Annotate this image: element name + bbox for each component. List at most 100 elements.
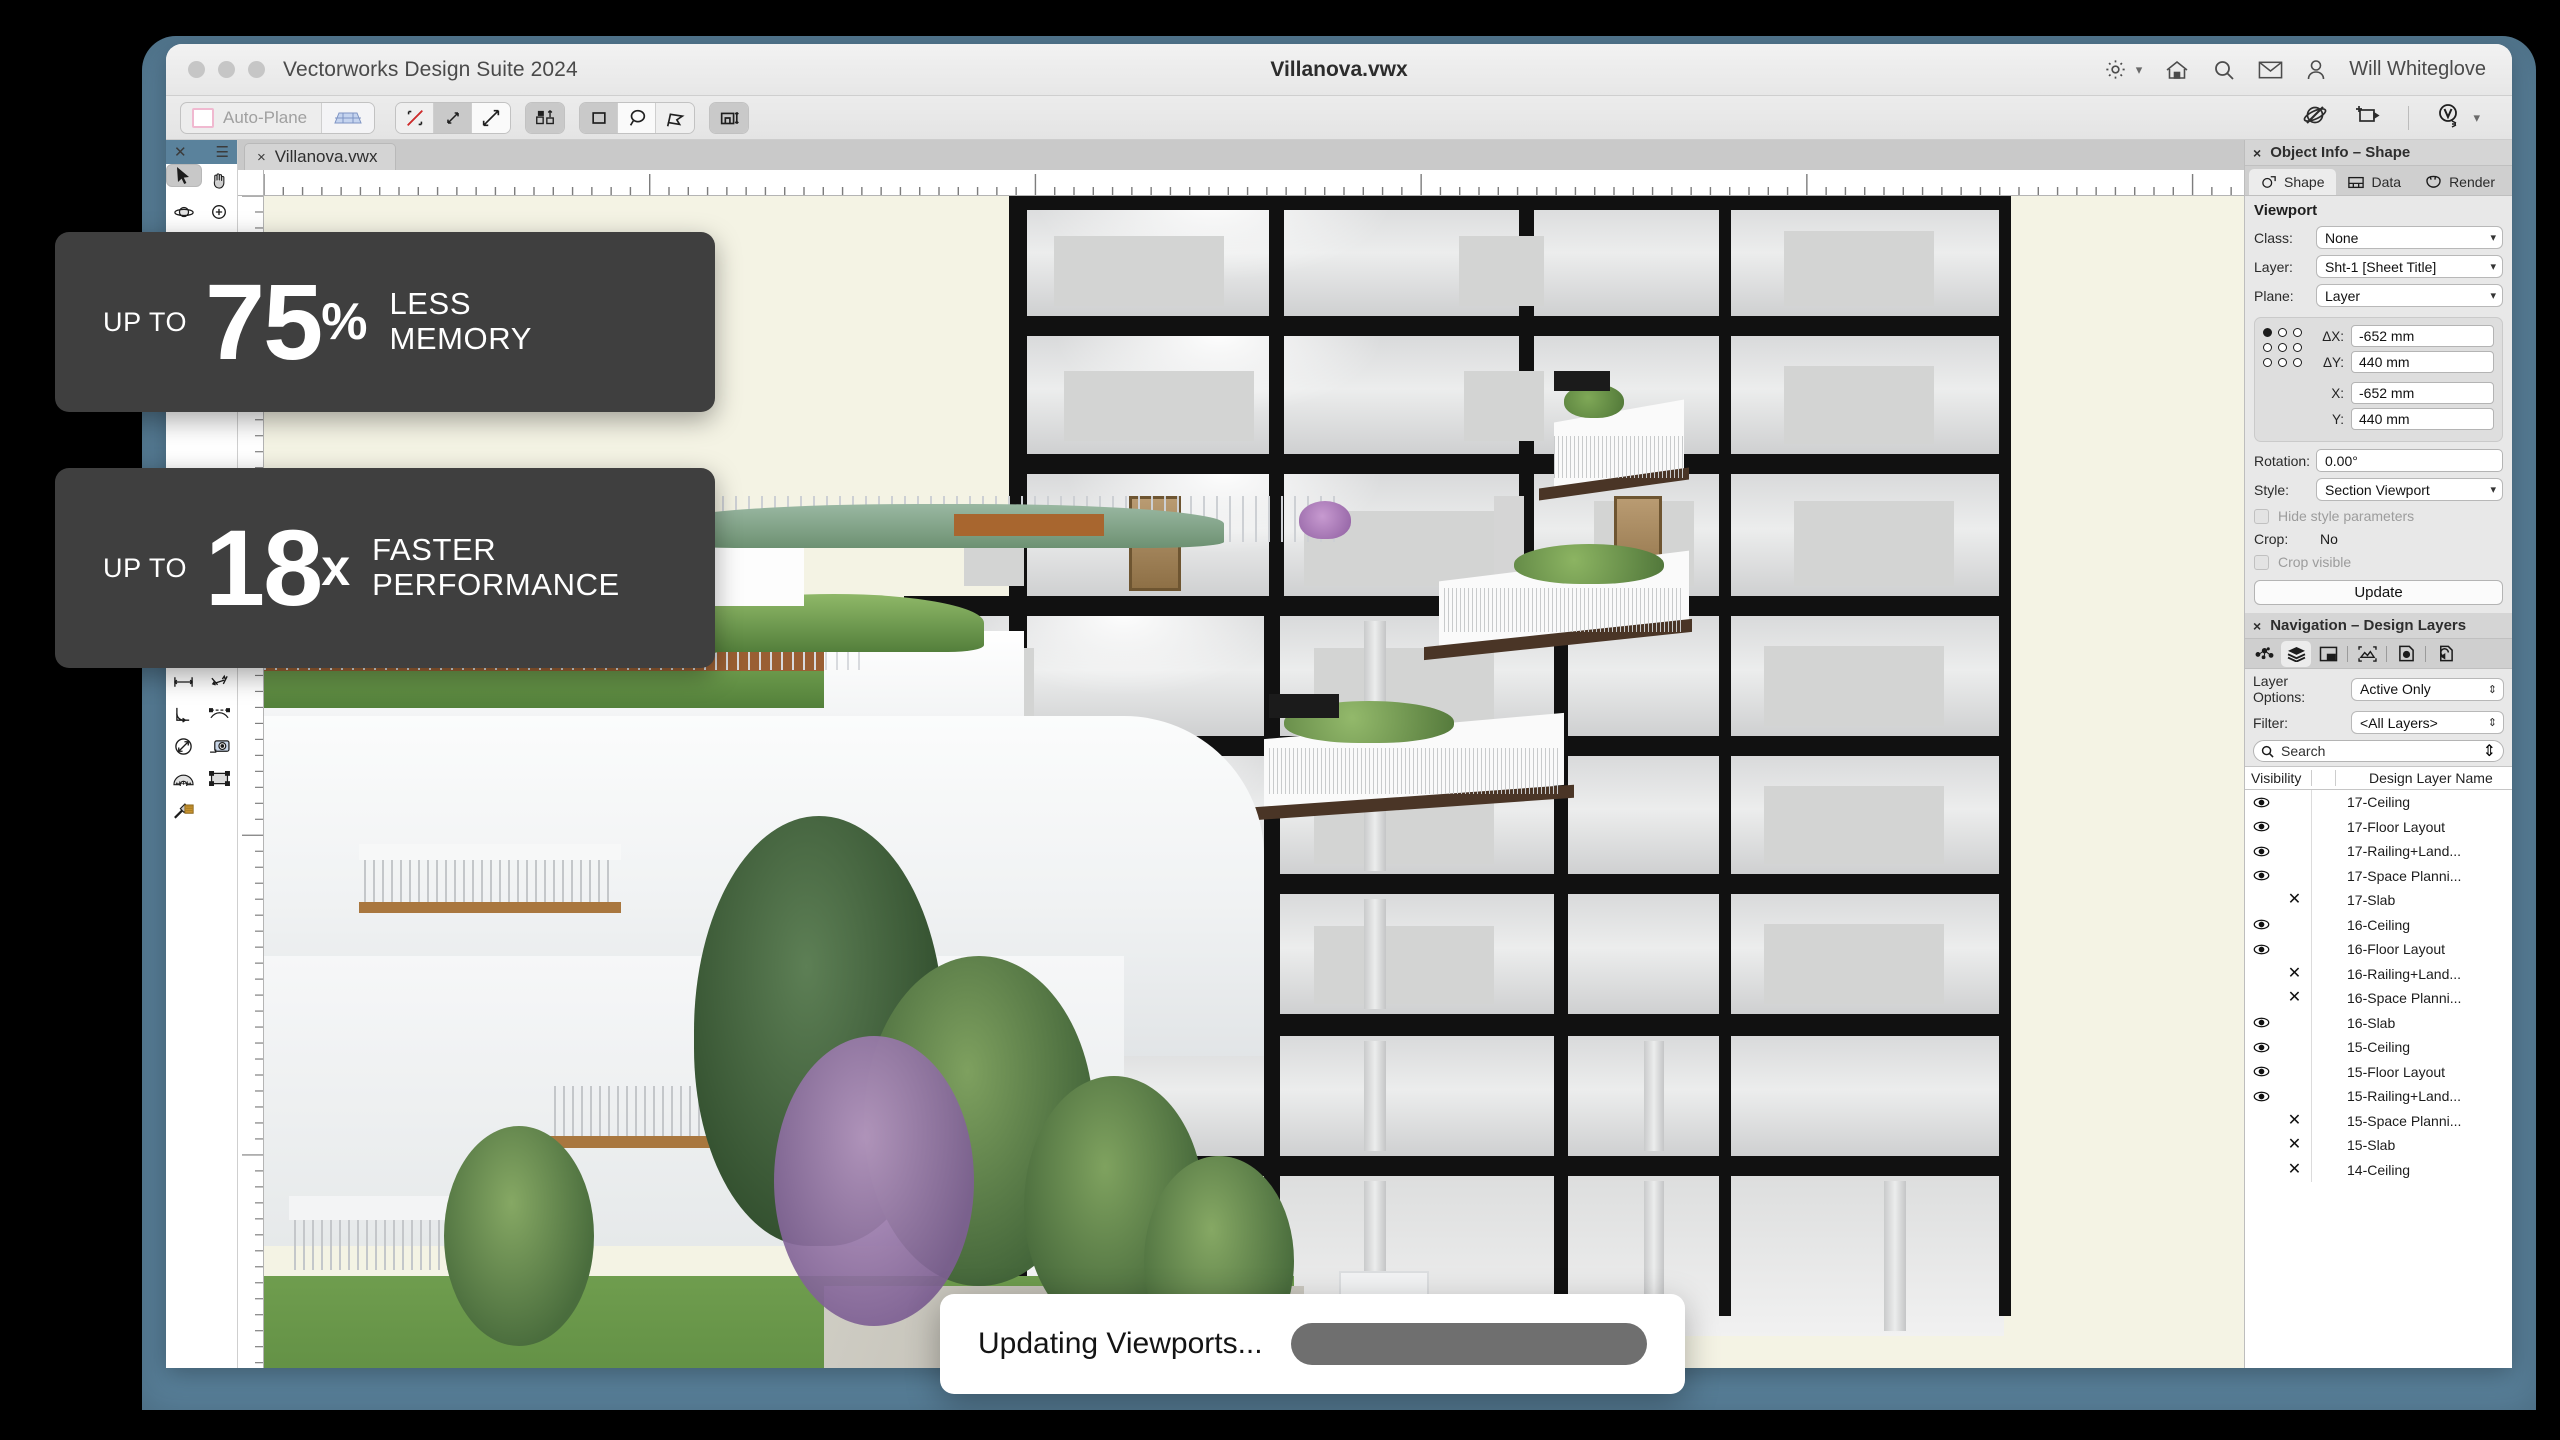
design-layers-icon[interactable] — [2281, 640, 2311, 667]
zoom-in-icon[interactable] — [202, 196, 238, 228]
home-icon[interactable] — [2164, 58, 2190, 82]
tab-shape[interactable]: Shape — [2249, 169, 2337, 195]
classes-icon[interactable] — [2249, 641, 2279, 667]
references-icon[interactable] — [2430, 641, 2460, 667]
origin-cell-2[interactable] — [2293, 328, 2302, 337]
eye-icon[interactable] — [2253, 1042, 2270, 1053]
orbit-icon[interactable] — [166, 196, 202, 228]
eye-icon[interactable] — [2253, 1066, 2270, 1077]
design-layer-list[interactable]: 17-Ceiling 17-Floor Layout 17-Railing+Land… — [2245, 790, 2512, 1368]
layer-visibility-cell[interactable] — [2245, 919, 2278, 930]
lasso-icon[interactable] — [618, 102, 657, 133]
rectangle-icon[interactable] — [580, 102, 619, 133]
origin-cell-7[interactable] — [2278, 358, 2287, 367]
crop-visible-checkbox[interactable] — [2254, 554, 2269, 570]
x-icon[interactable]: ✕ — [2288, 1137, 2301, 1153]
layer-visibility-cell[interactable] — [2245, 944, 2278, 955]
layer-snap-cell[interactable]: ✕ — [2278, 1137, 2311, 1153]
layer-snap-cell[interactable]: ✕ — [2278, 1112, 2311, 1129]
eye-icon[interactable] — [2253, 870, 2270, 881]
origin-cell-3[interactable] — [2263, 343, 2272, 352]
layer-row[interactable]: 17-Floor Layout — [2245, 814, 2512, 839]
crop-visible-row[interactable]: Crop visible — [2245, 550, 2512, 574]
layer-row[interactable]: ✕ 15-Slab — [2245, 1133, 2512, 1158]
layer-options-dropdown[interactable]: Active Only ⇕ — [2351, 677, 2504, 701]
horizontal-ruler[interactable] — [264, 170, 2244, 195]
layer-visibility-cell[interactable] — [2245, 821, 2278, 832]
zoom-window-button[interactable] — [248, 61, 265, 78]
layer-row[interactable]: 15-Floor Layout — [2245, 1059, 2512, 1084]
layer-snap-cell[interactable]: ✕ — [2278, 990, 2311, 1006]
delta-y-input[interactable]: 440 mm — [2351, 351, 2494, 373]
x-icon[interactable]: ✕ — [2288, 1161, 2301, 1178]
close-icon[interactable]: × — [257, 149, 266, 166]
x-icon[interactable]: ✕ — [2288, 892, 2301, 908]
layer-row[interactable]: ✕ 16-Space Planni... — [2245, 986, 2512, 1011]
stepper-icon[interactable]: ⇕ — [2483, 741, 2496, 761]
origin-cell-8[interactable] — [2293, 358, 2302, 367]
layer-snap-cell[interactable]: ✕ — [2278, 892, 2311, 908]
rotation-input[interactable]: 0.00° — [2316, 449, 2503, 472]
layer-row[interactable]: ✕ 15-Space Planni... — [2245, 1108, 2512, 1133]
layer-search-input[interactable]: Search — [2281, 743, 2476, 759]
angle-dimension-icon[interactable] — [166, 698, 202, 730]
snap-to-point-icon[interactable] — [434, 102, 473, 133]
layer-row[interactable]: 16-Slab — [2245, 1010, 2512, 1035]
layer-row[interactable]: 17-Railing+Land... — [2245, 839, 2512, 864]
layer-visibility-cell[interactable] — [2245, 797, 2278, 808]
polygon-select-icon[interactable] — [656, 102, 695, 133]
saved-views-icon[interactable] — [2391, 641, 2421, 667]
wood-hammer-icon[interactable] — [166, 794, 202, 826]
eye-icon[interactable] — [2253, 944, 2270, 955]
class-dropdown[interactable]: None ▾ — [2316, 226, 2503, 249]
x-icon[interactable]: ✕ — [2288, 965, 2301, 982]
eye-icon[interactable] — [2253, 821, 2270, 832]
layer-visibility-cell[interactable] — [2245, 1091, 2278, 1102]
origin-point-selector[interactable] — [2263, 328, 2304, 434]
plane-dropdown[interactable]: Layer ▾ — [2316, 284, 2503, 307]
filter-dropdown[interactable]: <All Layers> ⇕ — [2351, 711, 2504, 734]
rectangle-marquee-icon[interactable] — [202, 762, 238, 794]
layer-row[interactable]: 16-Floor Layout — [2245, 937, 2512, 962]
layer-row[interactable]: 15-Railing+Land... — [2245, 1084, 2512, 1109]
layer-row[interactable]: 15-Ceiling — [2245, 1035, 2512, 1060]
layer-visibility-cell[interactable] — [2245, 870, 2278, 881]
plane-color-swatch[interactable] — [192, 107, 214, 128]
snap-smart-icon[interactable] — [472, 102, 511, 133]
x-icon[interactable]: ✕ — [2288, 990, 2301, 1006]
linear-dimension-icon[interactable] — [166, 666, 202, 698]
pan-hand-icon[interactable] — [202, 164, 238, 196]
close-icon[interactable]: × — [2253, 145, 2261, 161]
y-input[interactable]: 440 mm — [2351, 408, 2494, 430]
user-name-label[interactable]: Will Whiteglove — [2349, 58, 2486, 81]
close-icon[interactable]: × — [2253, 618, 2261, 634]
person-icon[interactable] — [2305, 58, 2327, 82]
hide-style-parameters-row[interactable]: Hide style parameters — [2245, 504, 2512, 528]
align-distribute-icon[interactable] — [526, 102, 565, 133]
layer-row[interactable]: ✕ 14-Ceiling — [2245, 1157, 2512, 1182]
layer-row[interactable]: ✕ 16-Railing+Land... — [2245, 961, 2512, 986]
layer-snap-cell[interactable]: ✕ — [2278, 1161, 2311, 1178]
snap-off-icon[interactable] — [396, 102, 435, 133]
x-input[interactable]: -652 mm — [2351, 382, 2494, 404]
layer-visibility-cell[interactable] — [2245, 1017, 2278, 1028]
menu-icon[interactable]: ☰ — [216, 145, 229, 160]
protractor-icon[interactable] — [166, 762, 202, 794]
layer-row[interactable]: ✕ 17-Slab — [2245, 888, 2512, 913]
origin-cell-0[interactable] — [2263, 328, 2272, 337]
auto-plane-control[interactable]: Auto-Plane — [180, 101, 376, 134]
eye-icon[interactable] — [2253, 846, 2270, 857]
origin-cell-4[interactable] — [2278, 343, 2287, 352]
layer-row[interactable]: 16-Ceiling — [2245, 912, 2512, 937]
x-icon[interactable]: ✕ — [2288, 1112, 2301, 1129]
section-height-icon[interactable] — [710, 102, 749, 133]
update-button[interactable]: Update — [2254, 580, 2503, 605]
origin-cell-5[interactable] — [2293, 343, 2302, 352]
arc-dimension-icon[interactable] — [202, 698, 238, 730]
layer-snap-cell[interactable]: ✕ — [2278, 965, 2311, 982]
layer-row[interactable]: 17-Space Planni... — [2245, 863, 2512, 888]
hide-style-parameters-checkbox[interactable] — [2254, 508, 2269, 524]
eye-icon[interactable] — [2253, 1017, 2270, 1028]
viewports-icon[interactable] — [2352, 641, 2382, 667]
minimize-window-button[interactable] — [218, 61, 235, 78]
